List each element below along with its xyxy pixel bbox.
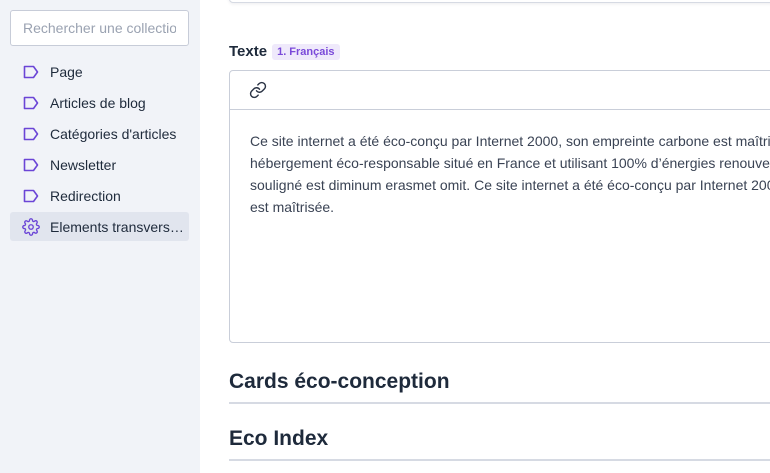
sidebar-item-page[interactable]: Page <box>10 57 189 86</box>
text-field-label: Texte 1. Français <box>229 43 340 60</box>
sidebar-item-label: Newsletter <box>50 156 117 173</box>
tag-icon <box>22 125 40 143</box>
sidebar-item-label: Articles de blog <box>50 94 146 111</box>
previous-field-card <box>229 0 770 3</box>
sidebar-item-elements-transversaux[interactable]: Elements transversaux <box>10 212 189 241</box>
editor-line: est maîtrisée. <box>250 199 335 215</box>
sidebar-item-articles-de-blog[interactable]: Articles de blog <box>10 88 189 117</box>
section-title-cards-eco-conception[interactable]: Cards éco-conception <box>229 370 450 394</box>
tag-icon <box>22 63 40 81</box>
gear-icon <box>22 217 40 236</box>
tag-icon <box>22 187 40 205</box>
sidebar-item-label: Catégories d'articles <box>50 125 177 142</box>
link-icon[interactable] <box>247 79 269 101</box>
rich-text-editor[interactable]: Ce site internet a été éco-conçu par Int… <box>229 70 770 343</box>
editor-line: Ce site internet a été éco-conçu par Int… <box>250 133 770 149</box>
collection-nav: Page Articles de blog Catégories d'artic… <box>10 57 189 243</box>
tag-icon <box>22 94 40 112</box>
sidebar-item-label: Page <box>50 63 83 80</box>
section-divider <box>229 459 770 461</box>
editor-content[interactable]: Ce site internet a été éco-conçu par Int… <box>230 110 770 218</box>
editor-toolbar <box>230 71 770 110</box>
main-content: Texte 1. Français Ce site internet a été… <box>200 0 770 473</box>
sidebar-item-label: Elements transversaux <box>50 218 189 235</box>
collection-search-input[interactable] <box>10 10 189 46</box>
editor-line: souligné est diminum erasmet omit. Ce si… <box>250 177 770 193</box>
sidebar-item-newsletter[interactable]: Newsletter <box>10 150 189 179</box>
editor-line: hébergement éco-responsable situé en Fra… <box>250 155 770 171</box>
sidebar-item-categories-articles[interactable]: Catégories d'articles <box>10 119 189 148</box>
field-name: Texte <box>229 43 268 60</box>
sidebar: Page Articles de blog Catégories d'artic… <box>0 0 200 473</box>
section-divider <box>229 402 770 404</box>
tag-icon <box>22 156 40 174</box>
locale-badge: 1. Français <box>272 43 340 60</box>
section-title-eco-index[interactable]: Eco Index <box>229 427 328 451</box>
sidebar-item-redirection[interactable]: Redirection <box>10 181 189 210</box>
sidebar-item-label: Redirection <box>50 187 121 204</box>
